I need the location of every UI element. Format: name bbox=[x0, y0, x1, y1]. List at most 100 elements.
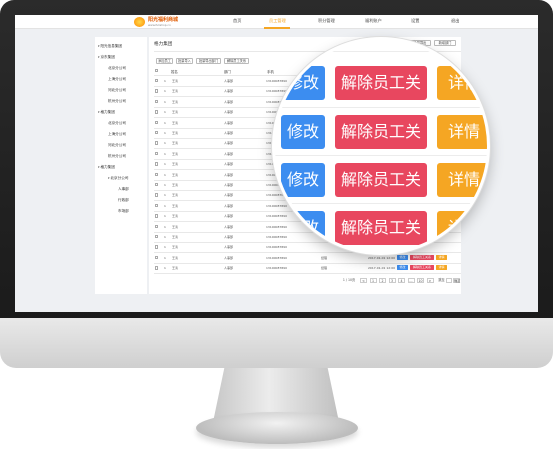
magnified-remove-button[interactable]: 解除员工关系 bbox=[335, 163, 427, 223]
row-divider bbox=[154, 273, 461, 274]
row-checkbox[interactable] bbox=[155, 214, 159, 218]
row-checkbox[interactable] bbox=[155, 193, 159, 197]
batch-export-dept-button[interactable]: 批量导出部门 bbox=[196, 58, 221, 64]
row-name: 王涛 bbox=[172, 266, 179, 271]
nav-points[interactable]: 积分管理 bbox=[318, 18, 335, 24]
row-index: 1 bbox=[164, 162, 166, 167]
nav-logout[interactable]: 退出 bbox=[451, 18, 459, 24]
magnified-remove-button[interactable]: 解除员工关系 bbox=[335, 66, 427, 126]
row-checkbox[interactable] bbox=[155, 110, 159, 114]
row-checkbox[interactable] bbox=[155, 172, 159, 176]
row-checkbox[interactable] bbox=[155, 203, 159, 208]
pagination-page-button[interactable]: … bbox=[407, 278, 415, 283]
row-dept: 人事部 bbox=[224, 79, 234, 83]
magnified-row-divider bbox=[275, 203, 487, 204]
add-employee-button[interactable]: 添加员工 bbox=[156, 58, 173, 64]
row-checkbox[interactable] bbox=[155, 99, 159, 104]
sidebar-item[interactable]: 杭州分公司 bbox=[108, 154, 126, 159]
row-checkbox[interactable] bbox=[155, 162, 159, 166]
sidebar-group[interactable]: 格力集团 bbox=[98, 165, 114, 170]
magnified-row-divider bbox=[275, 107, 487, 108]
sidebar-item[interactable]: 北京分公司 bbox=[108, 66, 126, 71]
magnified-edit-button[interactable]: 修改 bbox=[281, 211, 325, 245]
magnified-edit-button[interactable]: 修改 bbox=[281, 163, 325, 197]
sidebar-item[interactable]: 杭州分公司 bbox=[108, 99, 126, 104]
pagination-page-button[interactable]: 3 bbox=[388, 278, 396, 283]
row-dept: 人事部 bbox=[224, 162, 234, 167]
row-index: 1 bbox=[164, 131, 166, 135]
row-remove-button[interactable]: 解除员工关系 bbox=[410, 254, 434, 260]
sidebar-item[interactable]: 上海分公司 bbox=[108, 77, 126, 82]
row-dept: 人事部 bbox=[224, 99, 234, 104]
row-name: 王涛 bbox=[172, 99, 179, 104]
sidebar-group[interactable]: 阳光信息集团 bbox=[98, 44, 122, 49]
sidebar-group[interactable]: 格力集团 bbox=[98, 110, 114, 115]
magnified-detail-button[interactable]: 详情 bbox=[437, 163, 487, 197]
row-name: 王涛 bbox=[172, 193, 179, 198]
top-navigation-bar: 阳光福利商城 www.fulishop.cn 首页 员工管理 积分管理 福利账户… bbox=[15, 15, 538, 29]
row-checkbox[interactable] bbox=[155, 255, 159, 260]
row-edit-button[interactable]: 修改 bbox=[397, 265, 408, 271]
row-checkbox[interactable] bbox=[155, 79, 159, 83]
magnified-detail-button[interactable]: 详情 bbox=[437, 66, 487, 100]
magnified-detail-button[interactable]: 详情 bbox=[437, 211, 487, 245]
magnified-edit-button[interactable]: 修改 bbox=[281, 115, 325, 149]
row-dept: 人事部 bbox=[224, 255, 234, 260]
row-dept: 人事部 bbox=[224, 131, 234, 135]
nav-employees[interactable]: 员工管理 bbox=[269, 18, 286, 24]
row-name: 王涛 bbox=[172, 131, 179, 135]
sidebar-item[interactable]: 上海分公司 bbox=[108, 132, 126, 137]
goto-page-input[interactable] bbox=[446, 278, 452, 283]
pagination-page-button[interactable]: 10 bbox=[417, 278, 424, 283]
magnified-detail-button[interactable]: 详情 bbox=[437, 115, 487, 149]
row-checkbox[interactable] bbox=[155, 120, 159, 124]
select-all-checkbox[interactable] bbox=[155, 69, 159, 73]
magnified-edit-button[interactable]: 修改 bbox=[281, 66, 325, 100]
pagination-page-button[interactable]: < bbox=[360, 278, 367, 283]
row-dept: 人事部 bbox=[224, 151, 234, 156]
sidebar-item[interactable]: 河北分公司 bbox=[108, 88, 126, 93]
remove-relation-button[interactable]: 解除员工关系 bbox=[224, 58, 249, 64]
row-detail-button[interactable]: 详情 bbox=[436, 265, 447, 271]
row-index: 1 bbox=[164, 89, 166, 94]
row-checkbox[interactable] bbox=[155, 141, 159, 145]
sidebar-item[interactable]: 北京分公司 bbox=[108, 121, 126, 126]
row-name: 王涛 bbox=[172, 183, 179, 187]
nav-settings[interactable]: 设置 bbox=[411, 18, 419, 24]
sidebar-item[interactable]: 人事部 bbox=[118, 187, 129, 192]
pagination-page-button[interactable]: 2 bbox=[379, 278, 386, 283]
sidebar-item[interactable]: 行政部 bbox=[118, 198, 129, 203]
sidebar-tree: 阳光信息集团 京东集团 北京分公司 上海分公司 河北分公司 杭州分公司 格力集团… bbox=[95, 37, 147, 294]
logo-title[interactable]: 阳光福利商城 bbox=[148, 16, 178, 23]
row-name: 王涛 bbox=[172, 79, 179, 83]
row-index: 1 bbox=[164, 203, 166, 208]
row-checkbox[interactable] bbox=[155, 266, 159, 270]
row-remove-button[interactable]: 解除员工关系 bbox=[410, 265, 434, 271]
pagination-page-button[interactable]: 4 bbox=[398, 278, 405, 283]
sidebar-item[interactable]: 市场部 bbox=[118, 209, 129, 214]
sidebar-group[interactable]: 京东集团 bbox=[98, 55, 114, 60]
row-checkbox[interactable] bbox=[155, 224, 159, 228]
magnified-remove-button[interactable]: 解除员工关系 bbox=[335, 211, 427, 245]
sidebar-item[interactable]: 河北分公司 bbox=[108, 143, 126, 148]
row-checkbox[interactable] bbox=[155, 131, 159, 135]
magnified-remove-button[interactable]: 解除员工关系 bbox=[335, 115, 427, 175]
sidebar-item[interactable]: 北京分公司 bbox=[108, 176, 128, 181]
batch-import-button[interactable]: 批量导入 bbox=[176, 58, 193, 64]
row-checkbox[interactable] bbox=[155, 89, 159, 93]
row-edit-button[interactable]: 修改 bbox=[397, 254, 408, 260]
row-checkbox[interactable] bbox=[155, 183, 159, 187]
logo-subtitle: www.fulishop.cn bbox=[148, 23, 171, 27]
row-checkbox[interactable] bbox=[155, 151, 159, 156]
row-checkbox[interactable] bbox=[155, 235, 159, 239]
row-checkbox[interactable] bbox=[155, 245, 159, 249]
add-department-button[interactable]: 新增部门 bbox=[434, 40, 456, 46]
nav-welfare-account[interactable]: 福利账户 bbox=[365, 18, 382, 24]
pagination-page-button[interactable]: > bbox=[426, 278, 434, 283]
row-detail-button[interactable]: 详情 bbox=[436, 254, 447, 260]
pagination-page-button[interactable]: 1 bbox=[369, 278, 377, 283]
goto-confirm-button[interactable]: 确定 bbox=[453, 278, 460, 283]
column-header-name: 姓名 bbox=[171, 70, 178, 74]
nav-home[interactable]: 首页 bbox=[233, 18, 241, 24]
row-phone: 13100087890 bbox=[266, 255, 287, 260]
